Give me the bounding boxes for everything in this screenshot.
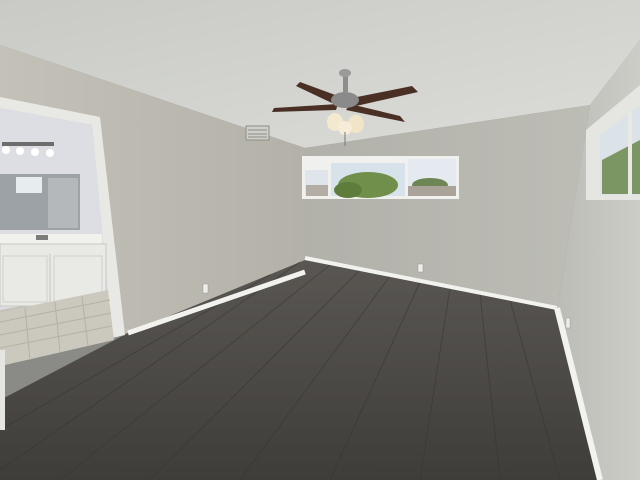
fan-motor [331, 92, 359, 108]
mirror-reflection-door [48, 178, 78, 228]
room-photo [0, 0, 640, 480]
distant-house [408, 186, 456, 196]
vanity-bulb [2, 146, 10, 154]
mirror-reflection-window [16, 177, 42, 193]
vanity-bulb [16, 147, 24, 155]
hvac-vent-icon [245, 125, 270, 141]
vanity-bulb [46, 149, 54, 157]
distant-house [306, 185, 328, 196]
door-edge [0, 350, 5, 430]
vanity-light-icon [2, 142, 54, 146]
fan-canopy [339, 69, 351, 77]
faucet [36, 235, 48, 240]
tree-foliage [334, 182, 362, 198]
outlet-icon [565, 317, 571, 329]
back-window [302, 156, 459, 199]
vanity-countertop [0, 234, 102, 244]
vanity-bulb [31, 148, 39, 156]
outlet-icon [417, 263, 424, 273]
outlet-icon [202, 283, 209, 294]
